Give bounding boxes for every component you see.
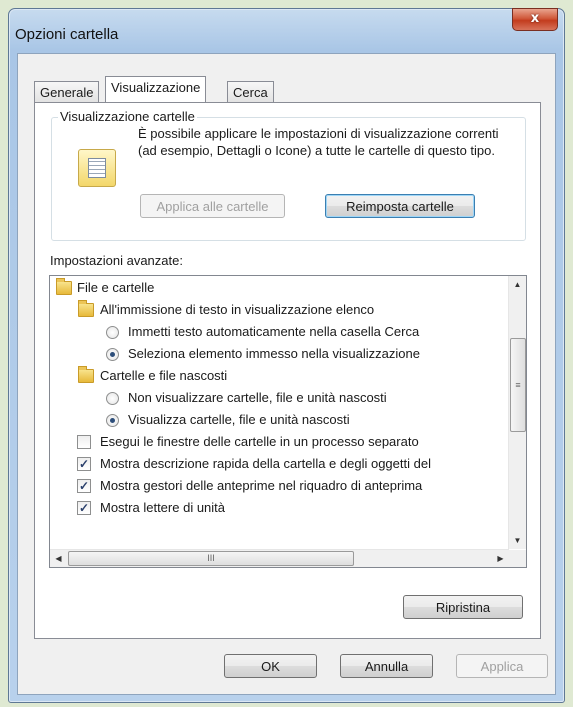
folder-icon	[56, 278, 72, 295]
restore-defaults-button[interactable]: Ripristina	[403, 595, 523, 619]
scroll-down-icon[interactable]: ▼	[509, 532, 526, 549]
folder-view-group-title: Visualizzazione cartelle	[58, 109, 197, 124]
folder-icon	[78, 300, 94, 317]
reset-folders-button[interactable]: Reimposta cartelle	[325, 194, 475, 218]
folder-view-group: Visualizzazione cartelle È possibile app…	[51, 109, 526, 241]
tab-visualizzazione[interactable]: Visualizzazione	[105, 76, 207, 102]
checkbox[interactable]	[77, 435, 91, 449]
title-bar[interactable]: Opzioni cartella x	[9, 8, 564, 53]
scroll-left-icon[interactable]: ◀	[50, 550, 67, 567]
ok-button[interactable]: OK	[224, 654, 317, 678]
tree-item-label: Mostra gestori delle anteprime nel riqua…	[100, 478, 423, 493]
cancel-button[interactable]: Annulla	[340, 654, 433, 678]
scroll-up-icon[interactable]: ▲	[509, 276, 526, 293]
tree-item-label: All'immissione di testo in visualizzazio…	[100, 302, 375, 317]
tree-item-label: Non visualizzare cartelle, file e unità …	[128, 390, 387, 405]
tab-panel-visualizzazione: Visualizzazione cartelle È possibile app…	[34, 102, 541, 639]
tree-item-label: File e cartelle	[77, 280, 155, 295]
folder-view-icon	[78, 149, 116, 187]
vertical-scrollbar[interactable]: ▲ ≡ ▼	[508, 276, 526, 549]
horizontal-scrollbar[interactable]: ◀ III ▶	[50, 549, 509, 567]
tree-item-label: Mostra lettere di unità	[100, 500, 226, 515]
tree-item-label: Esegui le finestre delle cartelle in un …	[100, 434, 419, 449]
radio-button[interactable]	[106, 414, 119, 427]
tree-item-label: Visualizza cartelle, file e unità nascos…	[128, 412, 350, 427]
check-icon[interactable]: ✓	[77, 457, 91, 471]
radio-button[interactable]	[106, 348, 119, 361]
radio-button[interactable]	[106, 392, 119, 405]
folder-options-window: Opzioni cartella x Generale Visualizzazi…	[8, 8, 565, 703]
apply-button[interactable]: Applica	[456, 654, 548, 678]
advanced-settings-label: Impostazioni avanzate:	[50, 253, 183, 268]
apply-to-folders-button[interactable]: Applica alle cartelle	[140, 194, 285, 218]
folder-view-description: È possibile applicare le impostazioni di…	[138, 126, 499, 158]
tree-item-label: Seleziona elemento immesso nella visuali…	[128, 346, 420, 361]
folder-icon	[78, 366, 94, 383]
close-icon: x	[530, 11, 540, 26]
horizontal-scroll-thumb[interactable]: III	[68, 551, 354, 566]
dialog-body: Generale Visualizzazione Cerca Visualizz…	[17, 53, 556, 695]
check-icon[interactable]: ✓	[77, 479, 91, 493]
scrollbar-corner	[509, 550, 526, 567]
scroll-right-icon[interactable]: ▶	[492, 550, 509, 567]
advanced-settings-tree[interactable]: File e cartelle All'immissione di testo …	[49, 275, 527, 568]
window-title: Opzioni cartella	[15, 26, 119, 43]
tree-item-label: Immetti testo automaticamente nella case…	[128, 324, 420, 339]
check-icon[interactable]: ✓	[77, 501, 91, 515]
tab-generale[interactable]: Generale	[34, 81, 100, 103]
radio-button[interactable]	[106, 326, 119, 339]
tree-item-label: Mostra descrizione rapida della cartella…	[100, 456, 431, 471]
tab-cerca[interactable]: Cerca	[227, 81, 274, 103]
close-button[interactable]: x	[512, 8, 558, 31]
tree-item-label: Cartelle e file nascosti	[100, 368, 228, 383]
vertical-scroll-thumb[interactable]: ≡	[510, 338, 526, 432]
